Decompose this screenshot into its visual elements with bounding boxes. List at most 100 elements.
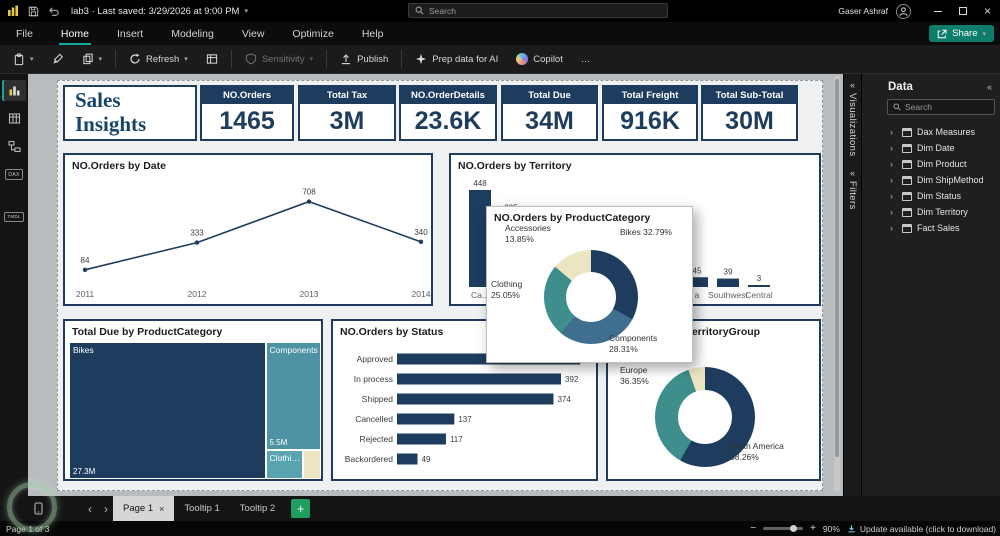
expand-pane-icon[interactable]: « [850, 168, 855, 178]
document-title-dropdown[interactable]: lab3 · Last saved: 3/29/2026 at 9:00 PM … [71, 6, 248, 17]
global-search-box[interactable] [408, 3, 668, 18]
kpi-card-orders[interactable]: NO.Orders 1465 [200, 85, 294, 141]
prep-data-ai-button[interactable]: Prep data for AI [410, 50, 503, 68]
field-item-dim-shipmethod[interactable]: › Dim ShipMethod [862, 172, 1000, 188]
chart-card-orders-by-date[interactable]: NO.Orders by Date 84 2011 333 2012 708 2013 34… [63, 153, 433, 306]
table-icon [902, 175, 912, 185]
collapse-data-pane-icon[interactable]: « [987, 82, 992, 92]
sensitivity-button[interactable]: Sensitivity ▾ [240, 50, 318, 68]
filters-pane-tab[interactable]: « Filters [844, 166, 861, 213]
chevron-right-icon[interactable]: › [890, 175, 893, 185]
zoom-slider-thumb[interactable] [790, 524, 798, 532]
publish-button[interactable]: Publish [335, 50, 393, 68]
report-canvas[interactable]: Sales Insights NO.Orders 1465 Total Tax … [28, 74, 843, 496]
field-item-dim-territory[interactable]: › Dim Territory [862, 204, 1000, 220]
kpi-card-orderdetails[interactable]: NO.OrderDetails 23.6K [399, 85, 497, 141]
treemap-node[interactable] [303, 450, 321, 479]
menu-item-file[interactable]: File [14, 22, 35, 45]
format-painter-button[interactable] [47, 50, 69, 68]
user-name[interactable]: Gaser Ashraf [838, 6, 888, 16]
tab-page-1[interactable]: Page 1 × [113, 496, 175, 521]
menu-item-help[interactable]: Help [360, 22, 386, 45]
clipboard-icon [14, 52, 24, 65]
global-search-input[interactable] [429, 5, 649, 16]
tab-tooltip-2[interactable]: Tooltip 2 [230, 496, 285, 521]
category-label: In process [354, 374, 393, 384]
treemap-node[interactable]: Bikes 27.3M [69, 342, 266, 479]
report-view-button[interactable] [2, 80, 26, 101]
save-icon[interactable] [28, 6, 39, 17]
expand-pane-icon[interactable]: « [850, 81, 855, 90]
kpi-card-total-subtotal[interactable]: Total Sub-Total 30M [701, 85, 798, 141]
visualizations-pane-tab[interactable]: « Visualizations [844, 78, 861, 160]
dax-query-view-button[interactable]: DAX [2, 164, 26, 185]
close-button[interactable]: × [975, 0, 1000, 22]
tmdl-view-button[interactable]: TMDL [2, 206, 26, 227]
kpi-card-total-freight[interactable]: Total Freight 916K [602, 85, 698, 141]
data-search-input[interactable] [905, 102, 989, 112]
report-title-card[interactable]: Sales Insights [63, 85, 197, 141]
canvas-scrollbar[interactable] [834, 76, 840, 492]
menu-item-optimize[interactable]: Optimize [290, 22, 335, 45]
chevron-right-icon[interactable]: › [890, 159, 893, 169]
model-view-button[interactable] [2, 136, 26, 157]
maximize-button[interactable] [950, 0, 975, 22]
field-item-dim-date[interactable]: › Dim Date [862, 140, 1000, 156]
mobile-layout-button[interactable] [34, 502, 43, 515]
share-icon [937, 29, 947, 38]
paste-button[interactable]: ▾ [8, 50, 39, 69]
zoom-in-button[interactable]: + [810, 523, 816, 534]
category-label: Backordered [345, 454, 393, 464]
undo-icon[interactable] [48, 6, 59, 17]
menu-item-insert[interactable]: Insert [115, 22, 145, 45]
update-banner[interactable]: Update available (click to download) [847, 524, 996, 534]
menu-item-modeling[interactable]: Modeling [169, 22, 216, 45]
data-search-box[interactable] [887, 99, 995, 115]
kpi-card-total-tax[interactable]: Total Tax 3M [298, 85, 396, 141]
close-tab-icon[interactable]: × [159, 504, 164, 514]
menu-item-view[interactable]: View [240, 22, 267, 45]
tab-label: Page 1 [123, 503, 154, 514]
copy-button[interactable]: ▾ [77, 50, 108, 68]
donut-ring[interactable] [544, 250, 638, 344]
table-view-button[interactable] [2, 108, 26, 129]
kpi-card-total-due[interactable]: Total Due 34M [501, 85, 598, 141]
copilot-button[interactable]: Copilot [511, 50, 568, 68]
zoom-out-button[interactable]: − [750, 523, 756, 534]
search-icon [893, 103, 901, 111]
table-icon [902, 159, 912, 169]
next-page-arrow[interactable]: › [99, 502, 113, 516]
kpi-title: Total Freight [604, 87, 696, 104]
share-button[interactable]: Share ▾ [929, 25, 994, 42]
chevron-right-icon[interactable]: › [890, 127, 893, 137]
tab-tooltip-1[interactable]: Tooltip 1 [174, 496, 229, 521]
chevron-right-icon[interactable]: › [890, 223, 893, 233]
chart-card-totaldue-by-productcategory[interactable]: Total Due by ProductCategory Bikes 27.3M C… [63, 319, 323, 481]
field-item-dim-status[interactable]: › Dim Status [862, 188, 1000, 204]
previous-page-arrow[interactable]: ‹ [83, 502, 97, 516]
dax-query-view-icon: DAX [5, 169, 23, 180]
scrollbar-thumb[interactable] [835, 79, 839, 457]
report-page[interactable]: Sales Insights NO.Orders 1465 Total Tax … [57, 80, 823, 491]
kpi-value: 34M [525, 107, 574, 135]
menu-item-home[interactable]: Home [59, 22, 91, 45]
avatar[interactable] [896, 3, 911, 19]
field-item-dax-measures[interactable]: › Dax Measures [862, 124, 1000, 140]
overlay-chart-card-orders-by-productcategory[interactable]: NO.Orders by ProductCategory Bikes 32.79… [486, 206, 693, 363]
refresh-button[interactable]: Refresh ▾ [124, 50, 193, 68]
value-label: 3 [757, 274, 762, 283]
treemap-node[interactable]: Clothing [265, 450, 304, 479]
zoom-slider[interactable] [763, 524, 804, 532]
field-item-dim-product[interactable]: › Dim Product [862, 156, 1000, 172]
chevron-right-icon[interactable]: › [890, 191, 893, 201]
treemap-node[interactable]: Components 5.5M [265, 342, 321, 451]
chevron-right-icon[interactable]: › [890, 207, 893, 217]
new-page-button[interactable]: + [291, 499, 311, 518]
category-label: Shipped [362, 394, 393, 404]
transform-data-button[interactable] [201, 50, 223, 68]
refresh-icon [130, 53, 140, 64]
ribbon-more-button[interactable]: … [576, 51, 596, 68]
minimize-button[interactable] [925, 0, 950, 22]
field-item-fact-sales[interactable]: › Fact Sales [862, 220, 1000, 236]
chevron-right-icon[interactable]: › [890, 143, 893, 153]
